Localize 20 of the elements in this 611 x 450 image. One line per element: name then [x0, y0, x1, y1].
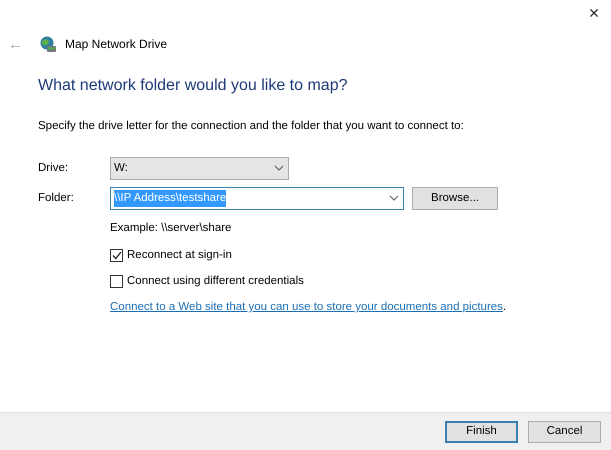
cancel-button[interactable]: Cancel — [528, 420, 601, 442]
checkbox[interactable] — [110, 274, 123, 288]
window-title: Map Network Drive — [65, 36, 168, 53]
field-label: Drive: — [38, 160, 70, 176]
checkbox-label[interactable]: Reconnect at sign-in — [127, 246, 232, 264]
chevron-icon — [389, 195, 399, 202]
instruction-text: Specify the drive letter for the connection and the folder that you want to connect to: — [38, 119, 464, 134]
finish-button[interactable]: Finish — [445, 420, 518, 442]
drive-dropdown[interactable]: W: — [110, 156, 289, 180]
network-drive-icon — [39, 35, 57, 53]
page-heading: What network folder would you like to map? — [38, 76, 348, 96]
browse-button[interactable]: Browse... — [412, 186, 498, 210]
field-label: Folder: — [38, 190, 75, 206]
link-period: . — [502, 301, 506, 313]
checkbox-label[interactable]: Connect using different credentials — [127, 272, 304, 290]
checkbox[interactable] — [110, 248, 123, 262]
close-button[interactable]: × — [577, 0, 611, 26]
chevron-icon — [274, 165, 284, 172]
web-site-link[interactable]: Connect to a Web site that you can use to store your documents and pictures — [110, 301, 503, 313]
example-text: Example: \\server\share — [110, 221, 232, 236]
